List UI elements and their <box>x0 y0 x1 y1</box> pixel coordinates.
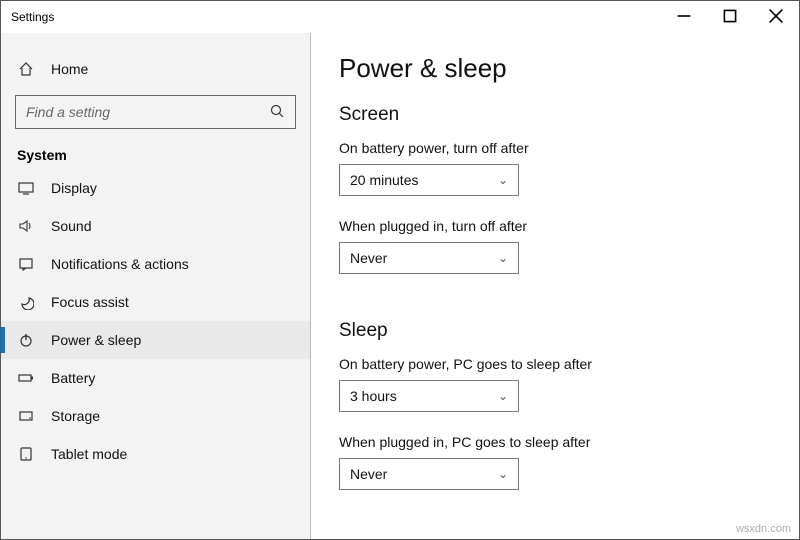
select-value: Never <box>350 466 387 482</box>
minimize-icon <box>676 8 692 27</box>
sidebar-item-storage[interactable]: Storage <box>1 397 310 435</box>
sidebar-home[interactable]: Home <box>1 53 310 85</box>
select-value: 20 minutes <box>350 172 418 188</box>
sidebar-item-label: Storage <box>51 408 100 424</box>
power-icon <box>17 332 35 348</box>
chevron-down-icon: ⌄ <box>498 467 508 481</box>
sidebar-item-battery[interactable]: Battery <box>1 359 310 397</box>
sidebar-category: System <box>1 133 310 169</box>
chevron-down-icon: ⌄ <box>498 173 508 187</box>
section-heading-sleep: Sleep <box>339 320 771 342</box>
sidebar-item-sound[interactable]: Sound <box>1 207 310 245</box>
select-value: Never <box>350 250 387 266</box>
focus-assist-icon <box>17 294 35 310</box>
screen-plugged-select[interactable]: Never ⌄ <box>339 242 519 274</box>
sleep-plugged-label: When plugged in, PC goes to sleep after <box>339 434 771 450</box>
window-titlebar: Settings <box>1 1 799 33</box>
window-minimize-button[interactable] <box>661 1 707 33</box>
sidebar-item-focus-assist[interactable]: Focus assist <box>1 283 310 321</box>
display-icon <box>17 180 35 196</box>
screen-battery-label: On battery power, turn off after <box>339 140 771 156</box>
chevron-down-icon: ⌄ <box>498 251 508 265</box>
sidebar-item-label: Display <box>51 180 97 196</box>
close-icon <box>768 8 784 27</box>
sidebar-item-label: Battery <box>51 370 95 386</box>
search-input-container[interactable] <box>15 95 296 129</box>
sound-icon <box>17 218 35 234</box>
tablet-icon <box>17 446 35 462</box>
window-maximize-button[interactable] <box>707 1 753 33</box>
main-content: Power & sleep Screen On battery power, t… <box>311 33 799 539</box>
section-heading-screen: Screen <box>339 104 771 126</box>
maximize-icon <box>722 8 738 27</box>
home-icon <box>17 61 35 77</box>
search-input[interactable] <box>26 104 269 120</box>
storage-icon <box>17 408 35 424</box>
sidebar-item-label: Power & sleep <box>51 332 141 348</box>
chevron-down-icon: ⌄ <box>498 389 508 403</box>
sidebar-item-display[interactable]: Display <box>1 169 310 207</box>
battery-icon <box>17 370 35 386</box>
page-title: Power & sleep <box>339 53 771 84</box>
sidebar-home-label: Home <box>51 61 88 77</box>
sleep-plugged-select[interactable]: Never ⌄ <box>339 458 519 490</box>
sidebar-item-label: Focus assist <box>51 294 129 310</box>
window-close-button[interactable] <box>753 1 799 33</box>
sidebar-item-power-sleep[interactable]: Power & sleep <box>1 321 310 359</box>
sidebar-item-label: Tablet mode <box>51 446 127 462</box>
sleep-battery-label: On battery power, PC goes to sleep after <box>339 356 771 372</box>
sidebar-item-tablet-mode[interactable]: Tablet mode <box>1 435 310 473</box>
search-icon <box>269 103 285 122</box>
sidebar: Home System Display Sound <box>1 33 311 539</box>
sidebar-item-notifications[interactable]: Notifications & actions <box>1 245 310 283</box>
select-value: 3 hours <box>350 388 397 404</box>
notifications-icon <box>17 256 35 272</box>
screen-battery-select[interactable]: 20 minutes ⌄ <box>339 164 519 196</box>
screen-plugged-label: When plugged in, turn off after <box>339 218 771 234</box>
sidebar-item-label: Sound <box>51 218 91 234</box>
watermark: wsxdn.com <box>736 523 791 535</box>
window-title: Settings <box>11 10 54 24</box>
sleep-battery-select[interactable]: 3 hours ⌄ <box>339 380 519 412</box>
sidebar-item-label: Notifications & actions <box>51 256 189 272</box>
